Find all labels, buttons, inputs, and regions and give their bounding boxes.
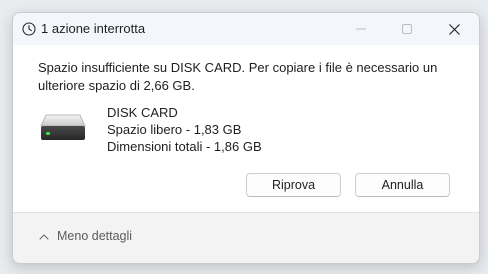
minimize-button[interactable] — [338, 13, 384, 45]
close-icon — [448, 23, 460, 35]
window-title: 1 azione interrotta — [41, 21, 146, 36]
disk-info: DISK CARD Spazio libero - 1,83 GB Dimens… — [107, 104, 262, 155]
cancel-button[interactable]: Annulla — [355, 173, 450, 197]
disk-free-space: Spazio libero - 1,83 GB — [107, 122, 242, 137]
disk-total-size: Dimensioni totali - 1,86 GB — [107, 139, 262, 154]
title-bar[interactable]: 1 azione interrotta — [13, 13, 479, 45]
dialog-window: 1 azione interrotta Spazio insufficiente… — [12, 12, 480, 264]
chevron-up-icon — [39, 229, 57, 243]
maximize-button[interactable] — [384, 13, 430, 45]
error-message: Spazio insufficiente su DISK CARD. Per c… — [38, 60, 438, 93]
dialog-footer: Meno dettagli — [13, 212, 479, 263]
close-button[interactable] — [431, 13, 477, 45]
minimize-icon — [356, 24, 366, 34]
clock-icon — [22, 22, 36, 36]
disk-name: DISK CARD — [107, 105, 178, 120]
maximize-icon — [402, 24, 412, 34]
less-details-label: Meno dettagli — [57, 229, 133, 243]
retry-button[interactable]: Riprova — [246, 173, 341, 197]
hard-drive-icon — [40, 114, 86, 142]
less-details-toggle[interactable]: Meno dettagli — [39, 229, 132, 243]
